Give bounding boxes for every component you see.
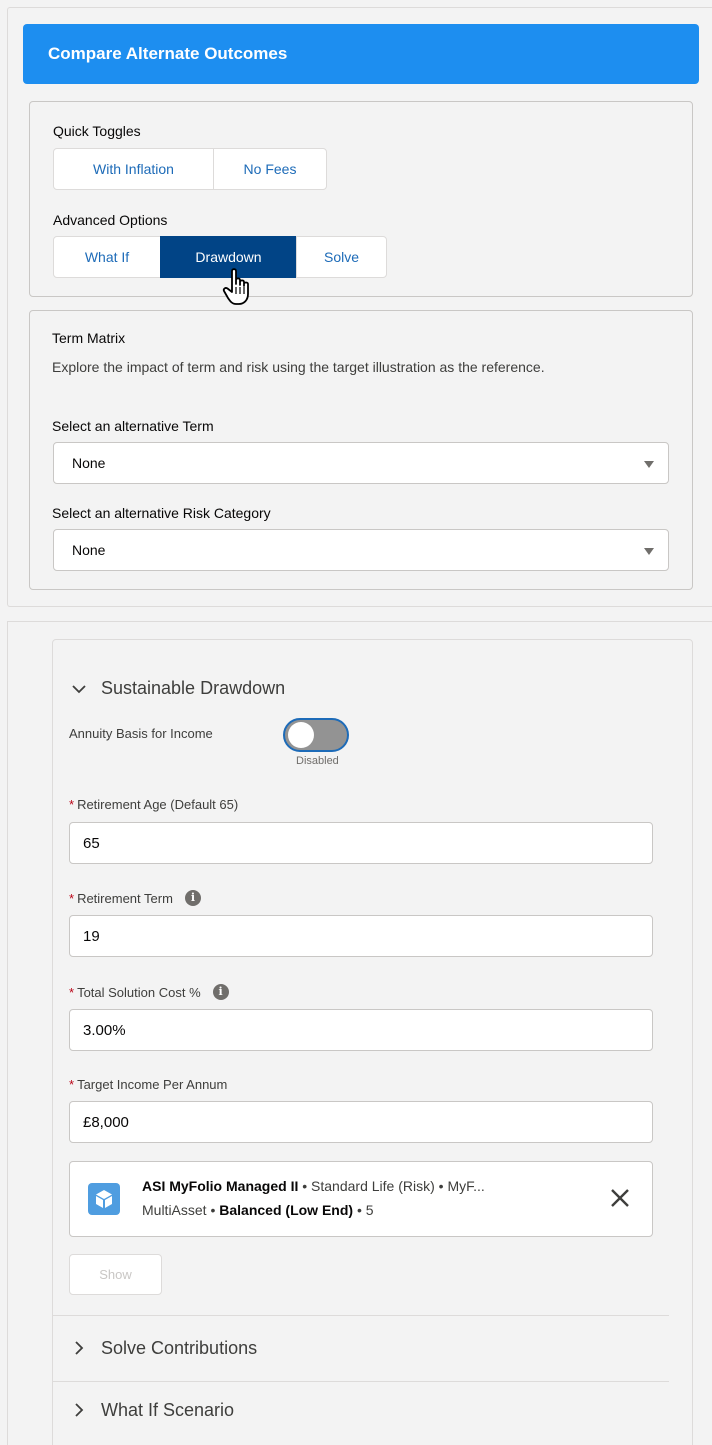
- alt-risk-select[interactable]: None: [53, 529, 669, 571]
- no-fees-button[interactable]: No Fees: [213, 148, 327, 190]
- quick-toggles-title: Quick Toggles: [53, 123, 141, 139]
- show-button[interactable]: Show: [69, 1254, 162, 1295]
- required-marker: *: [69, 890, 75, 906]
- required-marker: *: [69, 984, 75, 1000]
- close-icon[interactable]: [608, 1186, 632, 1210]
- fund-provider: • Standard Life (Risk) • MyF...: [298, 1178, 485, 1194]
- chevron-right-icon: [75, 1341, 84, 1355]
- total-solution-cost-label-text: Total Solution Cost %: [77, 984, 201, 1000]
- chevron-down-icon: [72, 684, 86, 693]
- total-solution-cost-input[interactable]: 3.00%: [69, 1009, 653, 1051]
- term-matrix-description: Explore the impact of term and risk usin…: [52, 359, 545, 375]
- target-income-value: £8,000: [83, 1113, 129, 1131]
- target-income-input[interactable]: £8,000: [69, 1101, 653, 1143]
- fund-line2: MultiAsset • Balanced (Low End) • 5: [142, 1202, 374, 1218]
- fund-line1: ASI MyFolio Managed II • Standard Life (…: [142, 1178, 485, 1194]
- fund-asset-class: MultiAsset •: [142, 1202, 220, 1218]
- divider: [52, 1315, 669, 1316]
- info-icon[interactable]: i: [212, 984, 229, 1000]
- hand-cursor-icon: [222, 268, 249, 305]
- retirement-term-input[interactable]: 19: [69, 915, 653, 957]
- solve-button[interactable]: Solve: [296, 236, 387, 278]
- alt-risk-value: None: [72, 542, 106, 558]
- alt-term-value: None: [72, 455, 106, 471]
- quick-toggles-group: With Inflation No Fees: [53, 148, 327, 190]
- advanced-options-title: Advanced Options: [53, 212, 168, 228]
- chevron-right-icon: [75, 1403, 84, 1417]
- target-income-label-text: Target Income Per Annum: [77, 1077, 228, 1092]
- retirement-age-label-text: Retirement Age (Default 65): [77, 797, 239, 812]
- compare-title: Compare Alternate Outcomes: [48, 44, 288, 63]
- retirement-term-value: 19: [83, 927, 100, 945]
- solve-contributions-title: Solve Contributions: [101, 1337, 258, 1358]
- annuity-basis-state: Disabled: [296, 755, 339, 767]
- retirement-term-label-text: Retirement Term: [77, 890, 173, 906]
- compare-header: Compare Alternate Outcomes: [23, 24, 699, 84]
- what-if-button[interactable]: What If: [53, 236, 161, 278]
- annuity-basis-label: Annuity Basis for Income: [69, 726, 213, 741]
- info-icon[interactable]: i: [184, 890, 201, 906]
- sustainable-drawdown-title: Sustainable Drawdown: [101, 678, 286, 698]
- advanced-options-group: What If Drawdown Solve: [53, 236, 387, 278]
- retirement-age-input[interactable]: 65: [69, 822, 653, 864]
- with-inflation-button[interactable]: With Inflation: [53, 148, 214, 190]
- fund-risk: Balanced (Low End): [219, 1202, 354, 1218]
- dropdown-arrow-icon: [644, 548, 654, 555]
- retirement-age-value: 65: [83, 834, 100, 852]
- dropdown-arrow-icon: [644, 461, 654, 468]
- toggle-knob: [288, 722, 314, 748]
- alt-term-select[interactable]: None: [53, 442, 669, 484]
- total-solution-cost-value: 3.00%: [83, 1021, 126, 1039]
- retirement-term-label: * Retirement Term i: [69, 890, 201, 906]
- cube-icon: [96, 1190, 112, 1208]
- alt-risk-label: Select an alternative Risk Category: [52, 505, 271, 521]
- fund-icon: [88, 1183, 120, 1215]
- total-solution-cost-label: * Total Solution Cost % i: [69, 984, 229, 1000]
- fund-pill[interactable]: ASI MyFolio Managed II • Standard Life (…: [69, 1161, 653, 1237]
- what-if-scenario-header[interactable]: What If Scenario: [69, 1389, 234, 1431]
- retirement-age-label: * Retirement Age (Default 65): [69, 797, 238, 812]
- term-matrix-title: Term Matrix: [52, 330, 126, 346]
- what-if-scenario-title: What If Scenario: [101, 1399, 235, 1420]
- required-marker: *: [69, 1077, 75, 1092]
- target-income-label: * Target Income Per Annum: [69, 1077, 227, 1092]
- fund-risk-score: • 5: [353, 1202, 374, 1218]
- divider: [52, 1381, 669, 1382]
- fund-name: ASI MyFolio Managed II: [142, 1178, 299, 1194]
- alt-term-label: Select an alternative Term: [52, 418, 214, 434]
- required-marker: *: [69, 797, 75, 812]
- annuity-basis-toggle[interactable]: [283, 718, 349, 752]
- solve-contributions-header[interactable]: Solve Contributions: [69, 1327, 257, 1369]
- sustainable-drawdown-header[interactable]: Sustainable Drawdown: [69, 678, 285, 699]
